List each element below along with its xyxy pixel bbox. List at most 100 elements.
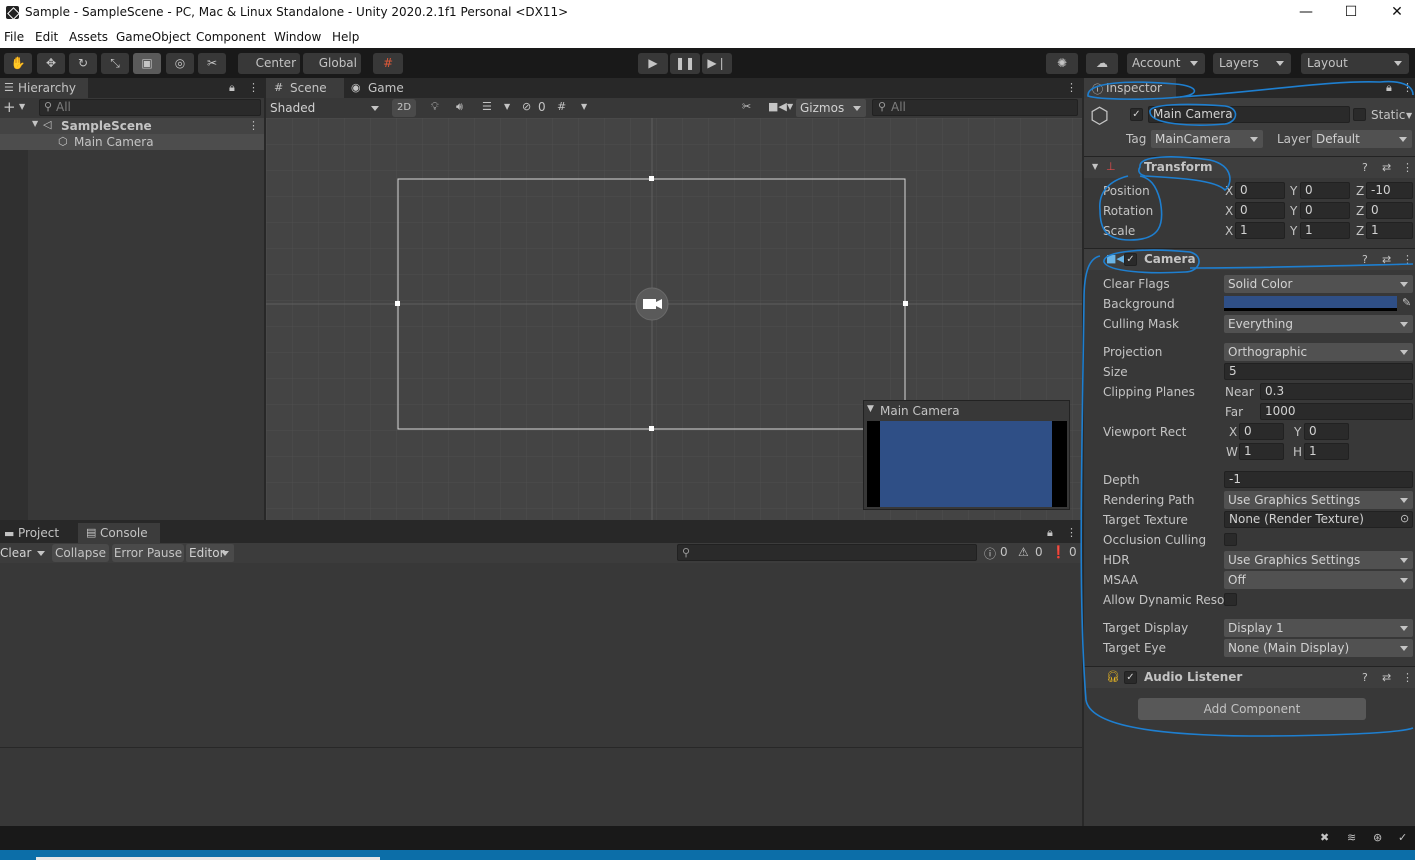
camera-enabled-checkbox[interactable]: ✓: [1124, 253, 1137, 266]
dynamic-resolution-checkbox[interactable]: [1224, 593, 1237, 606]
scene-viewport[interactable]: ▼ Main Camera: [266, 118, 1082, 520]
step-button[interactable]: ▶❘: [702, 53, 732, 74]
pivot-center-button[interactable]: Center: [238, 53, 300, 74]
grid-snap-icon[interactable]: #: [373, 53, 403, 74]
rect-tool-icon[interactable]: ▣: [133, 53, 161, 74]
scene-search-input[interactable]: All: [872, 99, 1078, 116]
minimize-button[interactable]: —: [1283, 2, 1329, 24]
vp-y-field[interactable]: 0: [1304, 423, 1349, 440]
grid-toggle-icon[interactable]: #: [557, 100, 566, 113]
layer-dropdown[interactable]: Default: [1312, 130, 1412, 148]
position-x-field[interactable]: 0: [1235, 182, 1285, 199]
layout-dropdown[interactable]: Layout: [1301, 53, 1409, 74]
size-field[interactable]: 5: [1224, 363, 1413, 380]
custom-tool-icon[interactable]: ✂: [198, 53, 226, 74]
menu-file[interactable]: File: [4, 30, 24, 44]
scale-y-field[interactable]: 1: [1300, 222, 1350, 239]
camera-icon[interactable]: ■◀: [768, 100, 787, 113]
menu-assets[interactable]: Assets: [69, 30, 108, 44]
static-checkbox[interactable]: [1353, 108, 1366, 121]
console-lock-icon[interactable]: 🔒︎: [1047, 526, 1053, 540]
target-eye-dropdown[interactable]: None (Main Display): [1224, 639, 1413, 657]
clear-flags-dropdown[interactable]: Solid Color: [1224, 275, 1413, 293]
scene-kebab-icon[interactable]: ⋮: [1066, 81, 1077, 94]
vp-x-field[interactable]: 0: [1239, 423, 1284, 440]
inspector-kebab-icon[interactable]: ⋮: [1402, 81, 1413, 94]
console-kebab-icon[interactable]: ⋮: [1066, 526, 1077, 539]
lock-icon[interactable]: 🔒︎: [229, 81, 235, 95]
error-icon[interactable]: ❗: [1051, 545, 1066, 559]
effects-dropdown-icon[interactable]: ▼: [504, 102, 510, 111]
shading-mode-dropdown[interactable]: Shaded: [266, 99, 384, 117]
menu-gameobject[interactable]: GameObject: [116, 30, 191, 44]
tools-icon[interactable]: ✂: [742, 100, 751, 113]
position-y-field[interactable]: 0: [1300, 182, 1350, 199]
rotate-tool-icon[interactable]: ↻: [69, 53, 97, 74]
depth-field[interactable]: -1: [1224, 471, 1413, 488]
info-icon[interactable]: ⓘ: [984, 545, 996, 562]
hidden-objects-icon[interactable]: ⊘: [522, 100, 531, 113]
hdr-dropdown[interactable]: Use Graphics Settings: [1224, 551, 1413, 569]
mode-2d-button[interactable]: 2D: [392, 99, 416, 117]
scale-tool-icon[interactable]: ⤡: [101, 53, 129, 74]
add-icon[interactable]: +: [3, 98, 16, 116]
audio-kebab-icon[interactable]: ⋮: [1402, 671, 1413, 684]
camera-dropdown-icon[interactable]: ▼: [787, 102, 793, 111]
transform-tool-icon[interactable]: ◎: [166, 53, 194, 74]
maximize-button[interactable]: ☐: [1328, 2, 1374, 24]
hand-tool-icon[interactable]: ✋: [4, 53, 32, 74]
audio-help-icon[interactable]: ?: [1362, 671, 1368, 684]
menu-edit[interactable]: Edit: [35, 30, 58, 44]
list-item[interactable]: ⬡ Main Camera: [0, 134, 264, 150]
near-field[interactable]: 0.3: [1260, 383, 1413, 400]
audio-icon[interactable]: 🔊︎: [456, 100, 463, 114]
scene-row[interactable]: ▼ ◁ SampleScene ⋮: [0, 118, 264, 134]
grid-dropdown-icon[interactable]: ▼: [581, 102, 587, 111]
projection-dropdown[interactable]: Orthographic: [1224, 343, 1413, 361]
scale-x-field[interactable]: 1: [1235, 222, 1285, 239]
check-icon[interactable]: ✓: [1398, 831, 1407, 844]
transform-presets-icon[interactable]: ⇄: [1382, 161, 1391, 174]
menu-window[interactable]: Window: [274, 30, 321, 44]
space-global-button[interactable]: Global: [303, 53, 361, 74]
audio-presets-icon[interactable]: ⇄: [1382, 671, 1391, 684]
far-field[interactable]: 1000: [1260, 403, 1413, 420]
collapse-button[interactable]: Collapse: [52, 544, 109, 562]
pause-button[interactable]: ❚❚: [670, 53, 700, 74]
debug-icon[interactable]: ✖: [1320, 831, 1329, 844]
menu-help[interactable]: Help: [332, 30, 359, 44]
services-icon[interactable]: ✺: [1046, 53, 1078, 74]
warning-icon[interactable]: ⚠: [1018, 545, 1029, 559]
progress-icon[interactable]: ⊛: [1373, 831, 1382, 844]
camera-help-icon[interactable]: ?: [1362, 253, 1368, 266]
culling-mask-dropdown[interactable]: Everything: [1224, 315, 1413, 333]
hierarchy-search-input[interactable]: All: [39, 99, 261, 116]
console-search-input[interactable]: [677, 544, 977, 561]
static-dropdown-icon[interactable]: ▼: [1406, 111, 1412, 120]
clear-button[interactable]: Clear: [0, 544, 50, 562]
move-tool-icon[interactable]: ✥: [37, 53, 65, 74]
close-button[interactable]: ✕: [1374, 2, 1415, 24]
target-display-dropdown[interactable]: Display 1: [1224, 619, 1413, 637]
menu-component[interactable]: Component: [196, 30, 266, 44]
occlusion-culling-checkbox[interactable]: [1224, 533, 1237, 546]
gizmos-dropdown[interactable]: Gizmos: [796, 99, 866, 117]
play-button[interactable]: ▶: [638, 53, 668, 74]
eyedropper-icon[interactable]: ✎: [1402, 296, 1411, 309]
background-color-field[interactable]: [1224, 296, 1397, 311]
transform-kebab-icon[interactable]: ⋮: [1402, 161, 1413, 174]
transform-header[interactable]: ▼ ⊥ Transform ? ⇄ ⋮: [1084, 156, 1415, 178]
kebab-menu-icon[interactable]: ⋮: [248, 81, 259, 94]
msaa-dropdown[interactable]: Off: [1224, 571, 1413, 589]
vp-h-field[interactable]: 1: [1304, 443, 1349, 460]
rotation-x-field[interactable]: 0: [1235, 202, 1285, 219]
effects-icon[interactable]: ☰: [482, 100, 492, 113]
object-picker-icon[interactable]: ⊙: [1400, 512, 1409, 525]
transform-fold-icon[interactable]: ▼: [1092, 162, 1098, 171]
audio-listener-header[interactable]: 🎧︎ ✓ Audio Listener ? ⇄ ⋮: [1084, 666, 1415, 688]
account-dropdown[interactable]: Account: [1127, 53, 1205, 74]
editor-dropdown[interactable]: Editor: [186, 544, 234, 562]
scene-menu-icon[interactable]: ⋮: [248, 119, 259, 132]
error-pause-button[interactable]: Error Pause: [112, 544, 184, 562]
cloud-icon[interactable]: ☁: [1086, 53, 1118, 74]
